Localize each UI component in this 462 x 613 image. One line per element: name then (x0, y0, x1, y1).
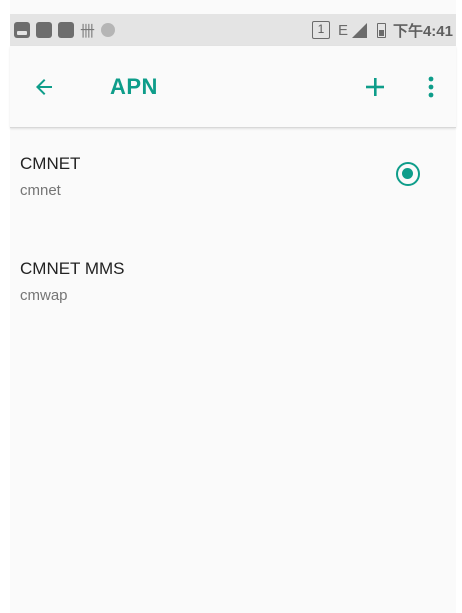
add-apn-button[interactable] (364, 76, 386, 98)
page-title: APN (110, 74, 158, 99)
battery-icon (376, 22, 386, 38)
signal-icon (351, 22, 367, 38)
arrow-left-icon (36, 79, 52, 95)
apn-name: CMNET (20, 154, 81, 173)
notification-icon (36, 22, 52, 38)
apn-list-item[interactable]: CMNET cmnet (10, 154, 456, 244)
hash-icon: 卌 (80, 22, 96, 40)
more-options-button[interactable] (424, 75, 438, 99)
sim-slot-icon: 1 (311, 21, 330, 39)
app-bar: APN (10, 46, 456, 128)
more-vert-icon (428, 76, 434, 98)
notification-icon (58, 22, 74, 38)
network-type-label: E (337, 21, 348, 39)
plus-icon (366, 78, 384, 96)
apn-value: cmwap (20, 287, 68, 304)
image-icon (14, 22, 30, 38)
status-bar: 卌 1 E 下午4:41 (10, 14, 456, 46)
back-button[interactable] (32, 75, 56, 99)
apn-settings-screen: 卌 1 E 下午4:41 APN CMNET cmnet CMNET MMS c… (10, 0, 456, 613)
apn-value: cmnet (20, 182, 61, 199)
circle-icon (101, 23, 116, 37)
clock: 下午4:41 (392, 22, 453, 40)
system-icons: 1 E 下午4:41 (311, 20, 456, 41)
apn-list-item[interactable]: CMNET MMS cmwap (10, 259, 456, 349)
selected-radio-button[interactable] (396, 162, 420, 186)
apn-name: CMNET MMS (20, 259, 125, 278)
notification-icons: 卌 (10, 20, 121, 41)
